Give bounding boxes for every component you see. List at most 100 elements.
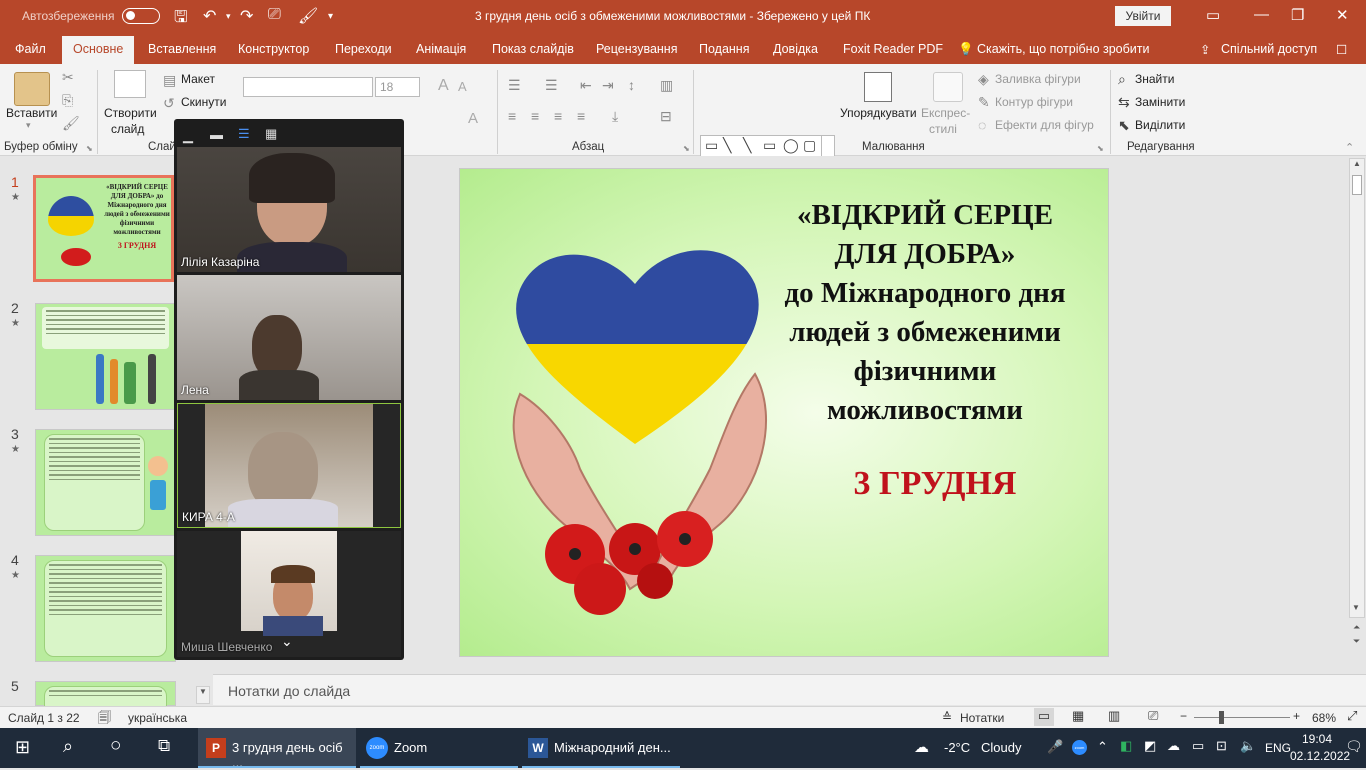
line-spacing-icon[interactable]: ↕ bbox=[628, 77, 635, 93]
slide-thumbnail-5[interactable] bbox=[35, 681, 176, 715]
gallery-view-icon[interactable]: ▦ bbox=[265, 126, 277, 142]
scroll-down-icon[interactable]: ▼ bbox=[1352, 603, 1360, 612]
weather-condition[interactable]: Cloudy bbox=[981, 740, 1021, 755]
arrange-button[interactable]: Упорядкувати bbox=[840, 106, 917, 120]
drawing-launcher-icon[interactable]: ⬊ bbox=[1097, 144, 1104, 153]
tab-view[interactable]: Подання bbox=[699, 42, 749, 56]
battery-icon[interactable]: ▭ bbox=[1192, 738, 1204, 754]
tab-help[interactable]: Довідка bbox=[773, 42, 818, 56]
rectangle-shape-icon[interactable]: ▭ bbox=[763, 137, 776, 154]
align-left-icon[interactable]: ≡ bbox=[508, 108, 516, 124]
comments-icon[interactable]: ☐ bbox=[1336, 42, 1347, 57]
chevron-down-icon[interactable]: ⌄ bbox=[281, 633, 293, 650]
quick-styles-button[interactable]: Експрес- bbox=[921, 106, 970, 120]
redo-icon[interactable]: ↷ bbox=[240, 6, 253, 26]
language-indicator[interactable]: українська bbox=[128, 711, 187, 725]
zoom-out-icon[interactable]: − bbox=[1180, 709, 1187, 723]
network-icon[interactable]: ⊡ bbox=[1216, 738, 1227, 754]
paragraph-launcher-icon[interactable]: ⬊ bbox=[683, 144, 690, 153]
thumbnails-scroll-down-icon[interactable]: ▼ bbox=[196, 686, 210, 704]
slide-sorter-icon[interactable]: ▦ bbox=[1072, 708, 1084, 724]
align-text-icon[interactable]: ⊟ bbox=[660, 108, 672, 125]
clock-time[interactable]: 19:04 bbox=[1302, 732, 1332, 746]
paste-dropdown-icon[interactable]: ▾ bbox=[26, 120, 31, 131]
tab-file[interactable]: Файл bbox=[15, 42, 46, 56]
justify-icon[interactable]: ≡ bbox=[577, 108, 585, 124]
tab-insert[interactable]: Вставлення bbox=[148, 42, 216, 56]
cortana-icon[interactable]: ○ bbox=[110, 735, 121, 757]
task-view-icon[interactable]: ⧉ bbox=[158, 736, 170, 756]
ribbon-display-icon[interactable]: ▭ bbox=[1206, 6, 1220, 24]
tab-foxit[interactable]: Foxit Reader PDF bbox=[843, 42, 943, 56]
paste-icon[interactable] bbox=[14, 72, 50, 106]
scroll-up-icon[interactable]: ▲ bbox=[1350, 159, 1364, 168]
taskbar-zoom[interactable]: zoom Zoom bbox=[360, 728, 518, 768]
share-button[interactable]: Спільний доступ bbox=[1221, 42, 1317, 56]
weather-temperature[interactable]: -2°C bbox=[944, 740, 970, 755]
autosave-toggle[interactable] bbox=[122, 8, 160, 24]
increase-indent-icon[interactable]: ⇥ bbox=[602, 77, 614, 94]
new-slide-button[interactable]: Створити bbox=[104, 106, 157, 120]
format-painter-ribbon-icon[interactable]: 🖌 bbox=[62, 115, 80, 132]
reset-button[interactable]: Скинути bbox=[181, 95, 226, 109]
columns-icon[interactable]: ▥ bbox=[660, 77, 673, 94]
layout-button[interactable]: Макет bbox=[181, 72, 215, 86]
speaker-view-icon[interactable]: ☰ bbox=[238, 126, 250, 142]
video-tile[interactable]: Лена bbox=[177, 275, 401, 400]
slide-thumbnail-3[interactable] bbox=[35, 429, 176, 536]
slide-thumbnail-2[interactable] bbox=[35, 303, 176, 410]
slide-thumbnail-1[interactable]: «ВІДКРИЙ СЕРЦЕ ДЛЯ ДОБРА» до Міжнародног… bbox=[33, 175, 174, 282]
volume-icon[interactable]: 🔈 bbox=[1240, 738, 1256, 754]
language-indicator-tray[interactable]: ENG bbox=[1265, 741, 1291, 755]
video-tile[interactable]: Миша Шевченко ⌄ bbox=[177, 531, 401, 657]
share-icon[interactable]: ⇪ bbox=[1200, 42, 1210, 57]
minimize-icon[interactable]: — bbox=[1254, 6, 1269, 23]
undo-dropdown-icon[interactable]: ▾ bbox=[226, 11, 231, 22]
quick-styles-icon[interactable] bbox=[933, 72, 963, 102]
customize-quick-access-icon[interactable]: ▾ bbox=[328, 11, 333, 22]
clipboard-launcher-icon[interactable]: ⬊ bbox=[86, 144, 93, 153]
shape-effects-button[interactable]: Ефекти для фігур bbox=[995, 118, 1094, 132]
zoom-gallery-window[interactable]: ▁ ▬ ☰ ▦ Лілія Казаріна Лена КИРА 4-А Миш… bbox=[174, 119, 404, 660]
previous-slide-icon[interactable]: ⏶ bbox=[1353, 622, 1360, 633]
replace-button[interactable]: Замінити bbox=[1135, 95, 1185, 109]
fit-to-window-icon[interactable]: ⤢ bbox=[1347, 708, 1357, 724]
collapse-ribbon-icon[interactable]: ⌃ bbox=[1345, 141, 1354, 154]
zoom-tray-icon[interactable]: zoom bbox=[1072, 740, 1087, 755]
new-slide-icon[interactable] bbox=[114, 70, 146, 98]
scroll-thumb[interactable] bbox=[1352, 175, 1362, 195]
grow-font-icon[interactable]: A bbox=[438, 77, 449, 95]
line-shape-icon[interactable]: ╲ bbox=[743, 137, 751, 154]
tab-home[interactable]: Основне bbox=[62, 36, 135, 64]
normal-view-icon[interactable]: ▭ bbox=[1034, 708, 1054, 726]
shape-outline-button[interactable]: Контур фігури bbox=[995, 95, 1073, 109]
video-tile[interactable]: Лілія Казаріна bbox=[177, 147, 401, 272]
zoom-percent[interactable]: 68% bbox=[1312, 711, 1336, 725]
cut-icon[interactable]: ✂ bbox=[62, 69, 74, 86]
tell-me-search[interactable]: Скажіть, що потрібно зробити bbox=[977, 42, 1150, 56]
textbox-shape-icon[interactable]: ▭ bbox=[705, 137, 718, 154]
font-size-dropdown[interactable]: 18 bbox=[375, 77, 420, 97]
reading-view-icon[interactable]: ▥ bbox=[1108, 708, 1120, 724]
notes-toggle-button[interactable]: Нотатки bbox=[960, 711, 1004, 725]
close-icon[interactable]: ✕ bbox=[1336, 6, 1349, 24]
zoom-slider-thumb[interactable] bbox=[1219, 711, 1224, 724]
onedrive-icon[interactable]: ☁ bbox=[1167, 738, 1180, 754]
font-name-dropdown[interactable] bbox=[243, 77, 373, 97]
slide-thumbnail-4[interactable] bbox=[35, 555, 176, 662]
app-tray-icon[interactable]: ◩ bbox=[1144, 738, 1156, 754]
notes-pane[interactable]: Нотатки до слайда bbox=[213, 674, 1366, 705]
clock-date[interactable]: 02.12.2022 bbox=[1290, 749, 1350, 763]
notifications-icon[interactable]: 🗨 bbox=[1345, 738, 1363, 755]
tab-animations[interactable]: Анімація bbox=[416, 42, 466, 56]
minimize-video-icon[interactable]: ▁ bbox=[183, 128, 193, 144]
font-color-icon[interactable]: A bbox=[468, 110, 478, 127]
slide-scrollbar[interactable]: ▲ ▼ bbox=[1349, 158, 1365, 618]
zoom-in-icon[interactable]: + bbox=[1293, 709, 1300, 723]
shrink-font-icon[interactable]: A bbox=[458, 79, 467, 94]
align-right-icon[interactable]: ≡ bbox=[554, 108, 562, 124]
windows-start-icon[interactable]: ⊞ bbox=[15, 737, 30, 758]
oval-shape-icon[interactable]: ◯ bbox=[783, 137, 799, 154]
security-icon[interactable]: ◧ bbox=[1120, 738, 1132, 754]
save-icon[interactable]: 🖫 bbox=[174, 6, 188, 33]
